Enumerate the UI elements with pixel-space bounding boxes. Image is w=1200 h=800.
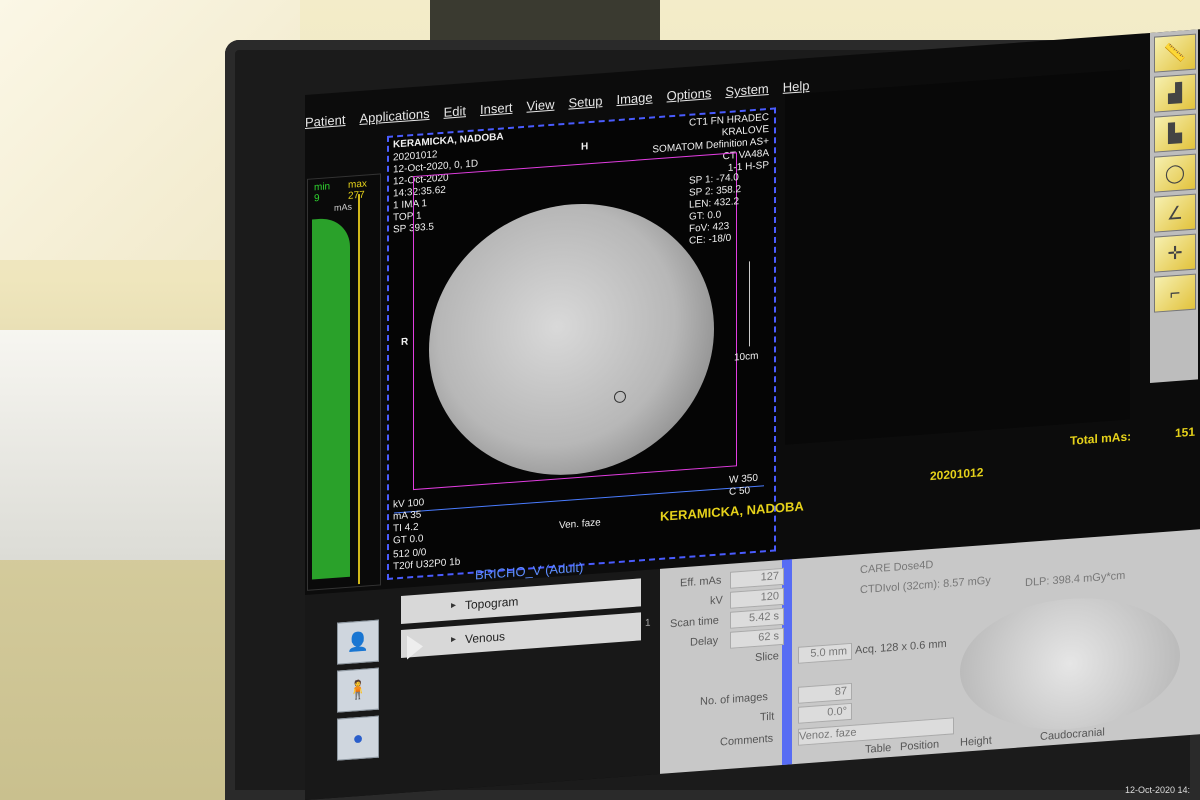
measure-angle-icon[interactable]: ∠ (1154, 193, 1196, 233)
kv-field[interactable]: 120 (730, 587, 784, 609)
patient-id: 20201012 (930, 465, 984, 484)
crosshair-icon[interactable]: ✛ (1154, 233, 1196, 273)
dose-modulation-graph: min 9 max 277 mAs (307, 173, 381, 591)
tilt-field[interactable]: 0.0° (798, 702, 852, 724)
orientation-top: H (581, 141, 589, 153)
scanner-gantry-illustration (960, 590, 1180, 737)
series-label: Ven. faze (559, 517, 601, 532)
play-icon[interactable] (407, 634, 423, 660)
menu-insert[interactable]: Insert (480, 100, 513, 124)
table-label: Table (865, 741, 892, 756)
window-level: W 350 C 50 (729, 472, 758, 498)
position-label: Position (900, 738, 940, 754)
kv-label: kV (710, 594, 723, 608)
delay-field[interactable]: 62 s (730, 627, 784, 649)
corner-icon[interactable]: ⌐ (1154, 273, 1196, 313)
secondary-viewer[interactable] (785, 69, 1130, 445)
menu-options[interactable]: Options (667, 85, 712, 110)
dose-unit: mAs (334, 201, 352, 213)
eff-mas-label: Eff. mAs (680, 574, 722, 590)
ct-console-screen: Patient Applications Edit Insert View Se… (305, 29, 1200, 800)
chart-icon[interactable]: ▙ (1154, 113, 1196, 153)
patient-position-icon[interactable]: 👤 (337, 619, 379, 665)
acquisition-label: Acq. 128 x 0.6 mm (855, 637, 947, 657)
menu-view[interactable]: View (527, 97, 555, 121)
window-sill (0, 330, 250, 560)
roi-circle-icon[interactable]: ◯ (1154, 153, 1196, 193)
scan-ready-icon[interactable]: ● (337, 715, 379, 761)
patient-body-icon[interactable]: 🧍 (337, 667, 379, 713)
dlp-label: DLP: 398.4 mGy*cm (1025, 569, 1126, 590)
scan-time-label: Scan time (670, 614, 719, 631)
menu-image[interactable]: Image (616, 89, 652, 114)
height-label: Height (960, 734, 992, 749)
images-field[interactable]: 87 (798, 682, 852, 704)
scale-bar (741, 261, 750, 347)
scan-parameters: Eff. mAs 127 kV 120 Scan time 5.42 s Del… (660, 529, 1200, 774)
dose-curve (312, 216, 350, 580)
images-label: No. of images (700, 691, 768, 708)
care-dose-label: CARE Dose4D CTDIvol (32cm): 8.57 mGy (860, 558, 991, 597)
comments-label: Comments (720, 732, 774, 749)
sequence-index: 1 (645, 617, 651, 630)
total-mas-value: 151 (1175, 424, 1196, 441)
measurements: SP 1: -74.0 SP 2: 358.2 LEN: 432.2 GT: 0… (689, 172, 742, 247)
ruler-icon[interactable]: 📏 (1154, 33, 1196, 73)
dose-max-line (358, 193, 360, 585)
tilt-label: Tilt (760, 710, 775, 724)
histogram-icon[interactable]: ▟ (1154, 73, 1196, 113)
menu-system[interactable]: System (725, 81, 768, 106)
scan-time-field[interactable]: 5.42 s (730, 607, 784, 629)
total-mas-label: Total mAs: (1070, 429, 1132, 448)
overlay-matrix: 512 0/0 T20f U32P0 1b (393, 547, 461, 573)
eff-mas-field[interactable]: 127 (730, 567, 784, 589)
console-timestamp: 12-Oct-2020 14: (1125, 785, 1191, 795)
right-toolbar: 📏 ▟ ▙ ◯ ∠ ✛ ⌐ (1150, 29, 1198, 383)
delay-label: Delay (690, 634, 719, 649)
menu-edit[interactable]: Edit (444, 103, 466, 127)
scan-sequence-list: Topogram Venous (401, 578, 641, 666)
overlay-acq-params: kV 100 mA 35 TI 4.2 GT 0.0 (393, 497, 425, 547)
orientation-left: R (401, 336, 409, 348)
menu-applications[interactable]: Applications (359, 106, 429, 133)
slice-label: Slice (755, 650, 779, 664)
menu-setup[interactable]: Setup (568, 93, 602, 117)
workflow-buttons: 👤 🧍 ● (337, 619, 379, 767)
isocenter-marker (614, 390, 626, 404)
scale-label: 10cm (734, 350, 759, 364)
slice-field[interactable]: 5.0 mm (798, 642, 852, 664)
dose-min: min 9 (314, 181, 331, 205)
menu-patient[interactable]: Patient (305, 112, 345, 137)
